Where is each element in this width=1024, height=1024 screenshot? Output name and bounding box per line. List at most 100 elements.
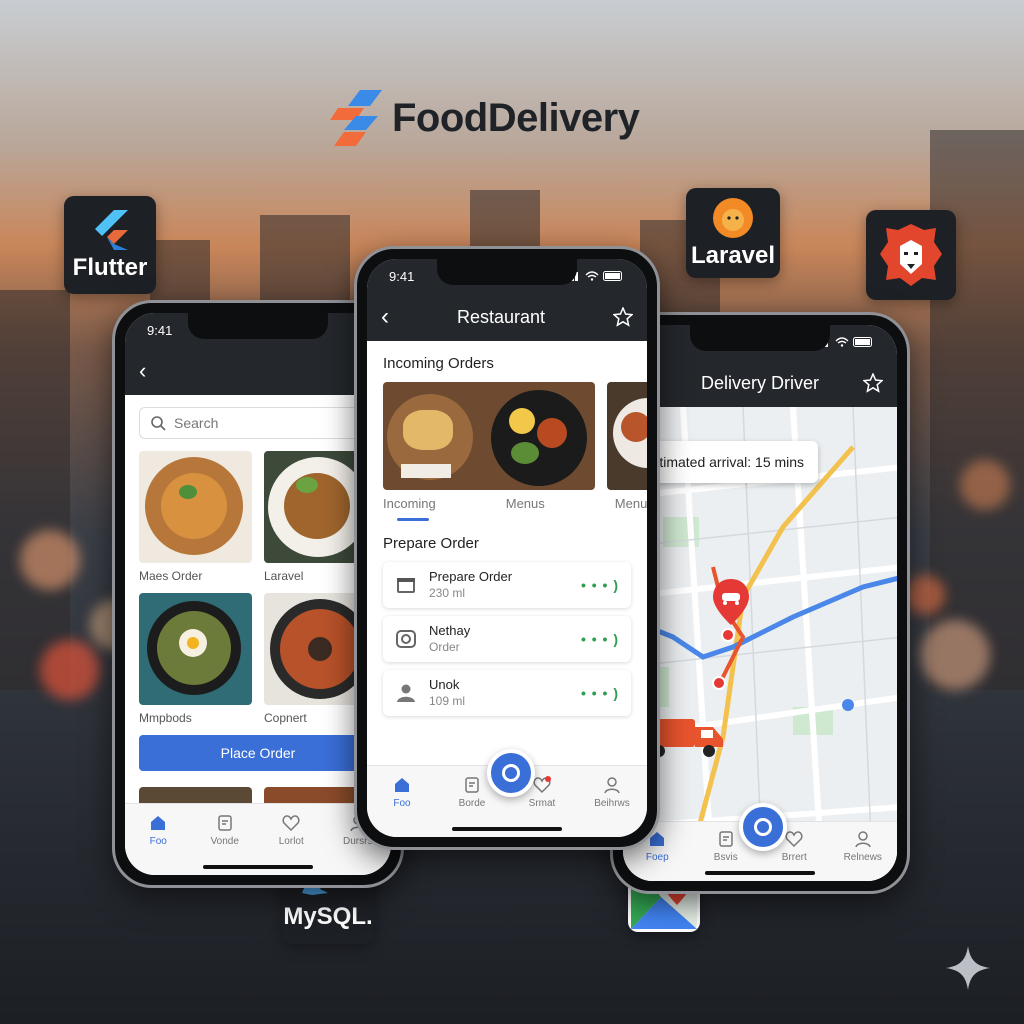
nav-profile[interactable]: Relnews <box>837 830 889 863</box>
home-icon <box>395 778 409 792</box>
order-image-card[interactable] <box>607 382 647 490</box>
order-status: • • • ) <box>580 631 619 647</box>
food-item[interactable]: Mmpbods <box>139 593 252 725</box>
nav-label: Foo <box>393 798 411 809</box>
back-arrow-icon[interactable]: ‹ <box>381 303 389 331</box>
nav-label: Bsvis <box>713 852 738 863</box>
order-image-card[interactable] <box>383 382 595 490</box>
tab-menu[interactable]: Menu <box>615 496 647 521</box>
nav-label: Brrert <box>781 852 807 863</box>
order-subtitle: 109 ml <box>429 693 466 708</box>
nav-orders[interactable]: Vonde <box>199 814 251 847</box>
restaurant-tabs: Incoming Menus Menu <box>367 490 647 521</box>
search-input[interactable]: Search <box>139 407 377 439</box>
back-arrow-icon[interactable]: ‹ <box>139 358 146 384</box>
heart-icon <box>282 815 300 832</box>
box-icon <box>397 578 415 593</box>
bokeh-light <box>920 620 990 690</box>
food-image <box>139 593 252 705</box>
status-time: 9:41 <box>147 322 173 338</box>
bokeh-light <box>40 640 100 700</box>
user-icon <box>604 777 620 794</box>
bokeh-light <box>905 575 945 615</box>
food-label: Mmpbods <box>139 711 192 725</box>
brand-logo-icon <box>330 90 382 146</box>
brand-name: FoodDelivery <box>392 95 640 140</box>
food-grid: Maes Order Laravel Mmpbods Copnert <box>125 451 391 725</box>
nav-label: Foep <box>645 852 669 863</box>
settings-badge-icon <box>396 630 416 648</box>
receipt-icon <box>719 831 733 847</box>
star-icon[interactable] <box>613 307 633 327</box>
sparkle-icon <box>946 946 990 990</box>
order-row[interactable]: Nethay Order • • • ) <box>383 616 631 662</box>
order-status: • • • ) <box>580 577 619 593</box>
order-title: Unok <box>429 676 460 692</box>
bokeh-light <box>960 460 1010 510</box>
receipt-icon <box>218 815 232 831</box>
mysql-label: MySQL. <box>283 903 373 930</box>
nav-label: Borde <box>458 798 486 809</box>
order-subtitle: Order <box>429 639 460 654</box>
heart-icon <box>533 776 551 794</box>
tab-menus[interactable]: Menus <box>506 496 545 521</box>
brand-header: FoodDelivery <box>330 88 640 148</box>
chat-fab-button[interactable] <box>487 749 535 797</box>
place-order-button[interactable]: Place Order <box>139 735 377 771</box>
nav-label: Srmat <box>528 798 556 809</box>
phone-notch <box>188 313 328 339</box>
order-row[interactable]: Prepare Order 230 ml • • • ) <box>383 562 631 608</box>
nav-home[interactable]: Foo <box>376 776 428 809</box>
home-indicator <box>203 865 313 869</box>
search-icon <box>151 416 166 431</box>
customer-app-bar: ‹ <box>125 347 391 395</box>
incoming-orders-carousel[interactable] <box>367 382 647 490</box>
lion-head-icon <box>880 224 942 286</box>
nav-favorites[interactable]: Lorlot <box>265 814 317 847</box>
person-icon <box>397 684 415 702</box>
home-indicator <box>452 827 562 831</box>
heart-icon <box>785 831 803 848</box>
home-icon <box>151 816 166 830</box>
driver-screen: 41 Delivery Driver <box>623 325 897 881</box>
tab-incoming[interactable]: Incoming <box>383 496 436 521</box>
status-time: 9:41 <box>389 268 415 284</box>
nav-home[interactable]: Foo <box>132 814 184 847</box>
driver-title: Delivery Driver <box>700 372 819 393</box>
nav-label: Beihrws <box>594 798 630 809</box>
nav-profile[interactable]: Beihrws <box>586 776 638 809</box>
phone-notch <box>437 259 577 285</box>
order-title: Prepare Order <box>429 568 513 584</box>
food-item[interactable]: Maes Order <box>139 451 252 583</box>
order-row[interactable]: Unok 109 ml • • • ) <box>383 670 631 716</box>
nav-label: Vonde <box>210 836 239 847</box>
nav-label: Lorlot <box>278 836 304 847</box>
lion-logo-icon <box>713 198 753 238</box>
wifi-icon <box>835 337 849 347</box>
wifi-icon <box>585 271 599 281</box>
flutter-tile: Flutter <box>64 196 156 294</box>
laravel-tile: Laravel <box>686 188 780 278</box>
lion-tile <box>866 210 956 300</box>
flutter-logo-icon <box>95 210 128 250</box>
location-pin-icon <box>713 579 749 625</box>
battery-icon <box>603 271 622 281</box>
order-title: Nethay <box>429 622 471 638</box>
battery-icon <box>853 337 872 347</box>
incoming-orders-heading: Incoming Orders <box>383 355 494 372</box>
receipt-icon <box>465 777 479 793</box>
phone-notch <box>690 325 830 351</box>
search-placeholder: Search <box>174 415 219 431</box>
food-image <box>139 451 252 563</box>
user-icon <box>855 831 871 848</box>
order-status: • • • ) <box>580 685 619 701</box>
driver-app-bar: Delivery Driver <box>623 359 897 407</box>
star-icon[interactable] <box>863 373 883 393</box>
prepare-order-heading: Prepare Order <box>383 535 479 552</box>
flutter-label: Flutter <box>72 254 148 281</box>
nav-label: Relnews <box>843 852 882 863</box>
restaurant-title: Restaurant <box>456 306 546 327</box>
chat-fab-button[interactable] <box>739 803 787 851</box>
laravel-label: Laravel <box>690 242 776 269</box>
customer-screen: 9:41 ‹ Search Maes Order Laravel Mmpbods… <box>125 313 391 875</box>
